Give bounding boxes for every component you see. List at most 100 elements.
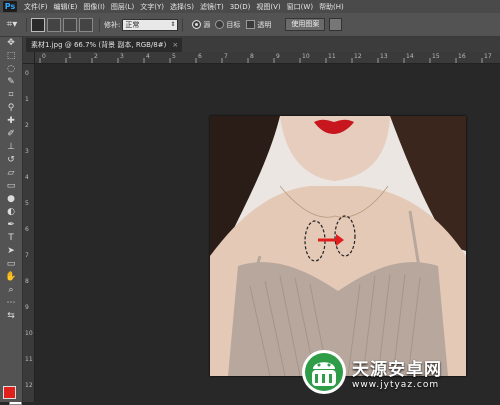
dodge-tool-icon[interactable]: ◐ <box>0 206 22 219</box>
lasso-tool-icon[interactable]: ◌ <box>0 63 22 76</box>
source-radio[interactable] <box>192 20 202 29</box>
ruler-label: 1 <box>25 96 29 103</box>
document-tab-title: 素材1.jpg @ 66.7% (背景 副本, RGB/8#) <box>31 41 167 49</box>
menu-layer[interactable]: 图层(L) <box>108 2 137 12</box>
new-selection-icon[interactable] <box>31 17 45 32</box>
ruler-label: 17 <box>484 53 492 60</box>
swap-colors-icon[interactable]: ⇆ <box>0 310 22 323</box>
options-bar: ⌗▾ 修补: 正常 ⇕ 源 目标 透明 使用图案 <box>0 13 500 37</box>
divider <box>26 17 27 32</box>
subtract-selection-icon[interactable] <box>63 17 77 32</box>
ruler-label: 9 <box>276 53 280 60</box>
zoom-tool-icon[interactable]: ⌕ <box>0 284 22 297</box>
destination-label: 目标 <box>226 20 241 29</box>
menu-help[interactable]: 帮助(H) <box>316 2 347 12</box>
document-tab-bar: 素材1.jpg @ 66.7% (背景 副本, RGB/8#) × <box>23 37 500 52</box>
menu-filter[interactable]: 滤镜(T) <box>197 2 227 12</box>
history-brush-tool-icon[interactable]: ↺ <box>0 154 22 167</box>
ruler-ticks <box>39 58 483 63</box>
photoshop-logo: Ps <box>3 1 17 12</box>
document-tab[interactable]: 素材1.jpg @ 66.7% (背景 副本, RGB/8#) × <box>26 38 183 52</box>
more-tools-icon[interactable]: ⋯ <box>0 297 22 310</box>
menu-3d[interactable]: 3D(D) <box>227 3 254 11</box>
menu-view[interactable]: 视图(V) <box>253 2 283 12</box>
watermark: 天源安卓网 www.jytyaz.com <box>300 348 442 396</box>
ruler-label: 13 <box>380 53 388 60</box>
clone-stamp-tool-icon[interactable]: ⊥ <box>0 141 22 154</box>
ruler-label: 12 <box>354 53 362 60</box>
add-selection-icon[interactable] <box>47 17 61 32</box>
menu-image[interactable]: 图像(I) <box>80 2 108 12</box>
ruler-label: 7 <box>25 252 29 259</box>
eraser-tool-icon[interactable]: ▱ <box>0 167 22 180</box>
patch-mode-value: 正常 <box>125 20 140 29</box>
patch-mode-select[interactable]: 正常 ⇕ <box>122 18 179 31</box>
ruler-label: 10 <box>25 330 33 337</box>
brush-tool-icon[interactable]: ✐ <box>0 128 22 141</box>
ruler-label: 6 <box>25 226 29 233</box>
patch-tool-icon[interactable]: ⌗▾ <box>2 17 22 32</box>
crop-tool-icon[interactable]: ⌗ <box>0 89 22 102</box>
ruler-label: 8 <box>25 278 29 285</box>
ruler-label: 10 <box>302 53 310 60</box>
transparent-checkbox[interactable] <box>246 20 256 29</box>
menu-bar: Ps 文件(F) 编辑(E) 图像(I) 图层(L) 文字(Y) 选择(S) 滤… <box>0 0 500 13</box>
ruler-label: 12 <box>25 382 33 389</box>
divider <box>182 17 184 32</box>
menu-file[interactable]: 文件(F) <box>21 2 51 12</box>
photo-illustration <box>210 116 466 376</box>
source-label: 源 <box>203 20 211 29</box>
ruler-label: 0 <box>42 53 46 60</box>
document-photo[interactable] <box>210 116 466 376</box>
pen-tool-icon[interactable]: ✒ <box>0 219 22 232</box>
menu-window[interactable]: 窗口(W) <box>284 2 316 12</box>
move-tool-icon[interactable]: ✥ <box>0 37 22 50</box>
ruler-label: 11 <box>328 53 336 60</box>
blur-tool-icon[interactable]: ● <box>0 193 22 206</box>
shape-tool-icon[interactable]: ▭ <box>0 258 22 271</box>
menu-edit[interactable]: 编辑(E) <box>51 2 81 12</box>
android-robot-logo-icon <box>300 348 348 396</box>
horizontal-ruler[interactable]: 0 1 2 3 4 5 6 7 8 9 10 11 12 13 14 15 16… <box>34 52 500 64</box>
ruler-label: 9 <box>25 304 29 311</box>
close-icon[interactable]: × <box>172 41 178 49</box>
ruler-label: 5 <box>25 200 29 207</box>
eyedropper-tool-icon[interactable]: ⚲ <box>0 102 22 115</box>
intersect-selection-icon[interactable] <box>79 17 93 32</box>
ruler-label: 11 <box>25 356 33 363</box>
ruler-label: 3 <box>120 53 124 60</box>
ruler-label: 16 <box>458 53 466 60</box>
use-pattern-button[interactable]: 使用图案 <box>285 18 326 31</box>
marquee-tool-icon[interactable]: ⬚ <box>0 50 22 63</box>
tools-panel: ✥ ⬚ ◌ ✎ ⌗ ⚲ ✚ ✐ ⊥ ↺ ▱ ▭ ● ◐ ✒ T ➤ ▭ ✋ ⌕ … <box>0 37 23 405</box>
ruler-label: 5 <box>172 53 176 60</box>
healing-brush-tool-icon[interactable]: ✚ <box>0 115 22 128</box>
ruler-label: 3 <box>25 148 29 155</box>
ruler-label: 6 <box>198 53 202 60</box>
path-select-tool-icon[interactable]: ➤ <box>0 245 22 258</box>
gradient-tool-icon[interactable]: ▭ <box>0 180 22 193</box>
type-tool-icon[interactable]: T <box>0 232 22 245</box>
ruler-label: 14 <box>406 53 414 60</box>
ruler-label: 4 <box>146 53 150 60</box>
ruler-origin[interactable] <box>23 52 35 64</box>
menu-select[interactable]: 选择(S) <box>167 2 197 12</box>
ruler-label: 8 <box>250 53 254 60</box>
hand-tool-icon[interactable]: ✋ <box>0 271 22 284</box>
watermark-title: 天源安卓网 <box>352 359 442 380</box>
destination-radio[interactable] <box>215 20 225 29</box>
chevron-updown-icon: ⇕ <box>170 20 176 28</box>
ruler-label: 0 <box>25 70 29 77</box>
ruler-label: 2 <box>94 53 98 60</box>
vertical-ruler[interactable]: 0 1 2 3 4 5 6 7 8 9 10 11 12 <box>23 52 35 402</box>
patch-label: 修补: <box>104 20 121 29</box>
pattern-picker[interactable] <box>329 18 343 31</box>
ruler-label: 1 <box>68 53 72 60</box>
foreground-color-swatch[interactable] <box>3 386 16 399</box>
divider <box>99 17 100 32</box>
ruler-label: 7 <box>224 53 228 60</box>
transparent-label: 透明 <box>257 20 272 29</box>
quick-select-tool-icon[interactable]: ✎ <box>0 76 22 89</box>
menu-type[interactable]: 文字(Y) <box>137 2 167 12</box>
watermark-url: www.jytyaz.com <box>352 379 440 390</box>
